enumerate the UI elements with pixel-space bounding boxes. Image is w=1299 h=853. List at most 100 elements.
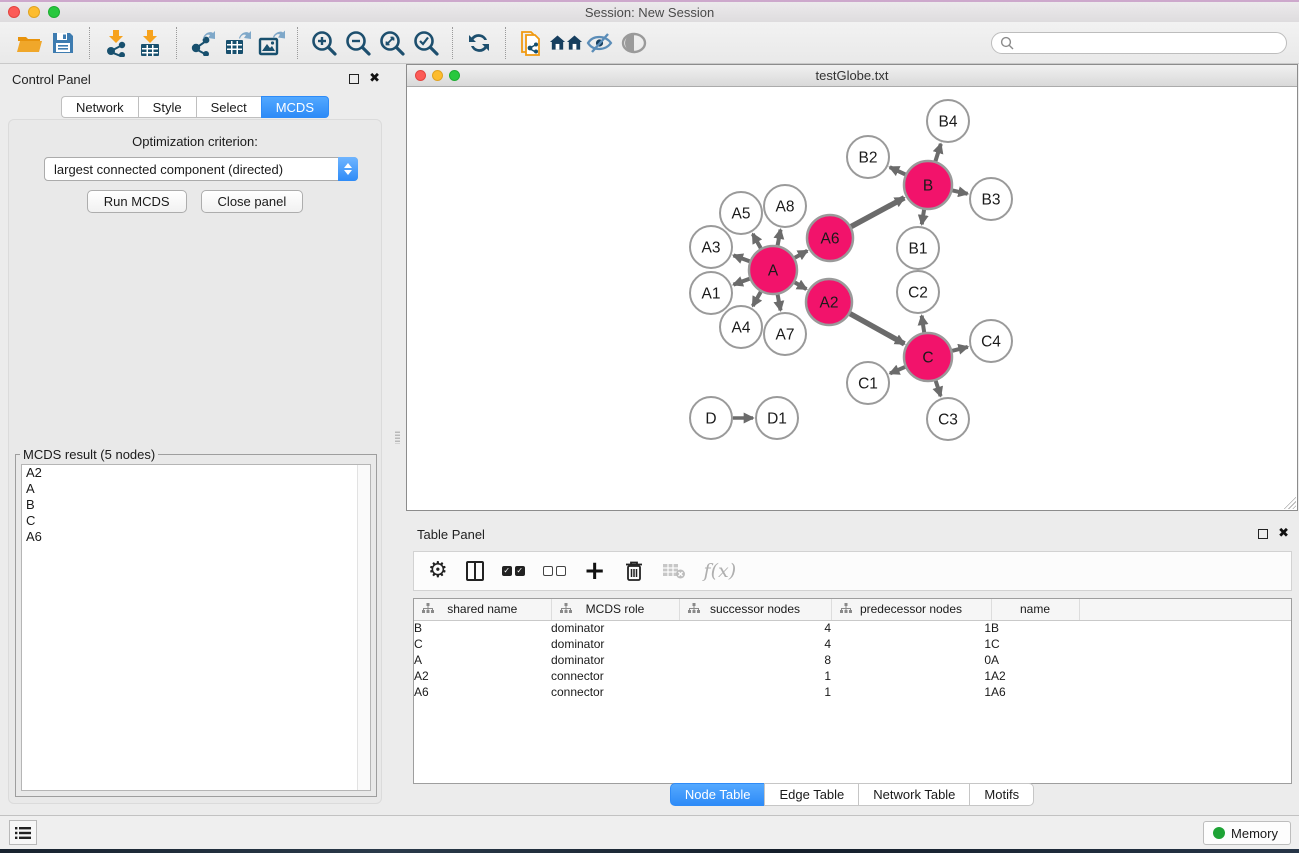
edge-A-A3[interactable] xyxy=(734,255,750,261)
node-A1[interactable]: A1 xyxy=(690,272,732,314)
edge-C-C3[interactable] xyxy=(936,381,941,396)
run-mcds-button[interactable]: Run MCDS xyxy=(87,190,187,213)
tab-mcds[interactable]: MCDS xyxy=(261,96,329,118)
zoom-out-button[interactable] xyxy=(341,26,375,60)
mcds-result-list[interactable]: A2ABCA6 xyxy=(21,464,371,791)
birds-eye-view-button[interactable] xyxy=(617,26,651,60)
zoom-fit-button[interactable] xyxy=(375,26,409,60)
tab-edge-table[interactable]: Edge Table xyxy=(764,783,858,806)
memory-button[interactable]: Memory xyxy=(1203,821,1291,845)
tab-network-table[interactable]: Network Table xyxy=(858,783,969,806)
float-panel-icon[interactable] xyxy=(349,74,359,84)
table-row[interactable]: Adominator80A xyxy=(414,652,1292,668)
node-B1[interactable]: B1 xyxy=(897,227,939,269)
table-cell[interactable]: A2 xyxy=(991,668,1079,684)
add-column-button[interactable]: + xyxy=(584,558,606,584)
edge-B-B1[interactable] xyxy=(922,210,924,225)
node-C1[interactable]: C1 xyxy=(847,362,889,404)
table-cell[interactable]: 1 xyxy=(679,668,831,684)
import-table-button[interactable] xyxy=(133,26,167,60)
table-cell[interactable]: A6 xyxy=(991,684,1079,700)
refresh-button[interactable] xyxy=(462,26,496,60)
column-header-shared-name[interactable]: shared name xyxy=(414,599,551,620)
table-row[interactable]: Cdominator41C xyxy=(414,636,1292,652)
zoom-in-button[interactable] xyxy=(307,26,341,60)
node-C4[interactable]: C4 xyxy=(970,320,1012,362)
edge-A-A2[interactable] xyxy=(795,282,807,289)
result-list-item[interactable]: A6 xyxy=(22,529,370,545)
column-header-predecessor-nodes[interactable]: predecessor nodes xyxy=(831,599,991,620)
table-row[interactable]: Bdominator41B xyxy=(414,620,1292,636)
table-cell[interactable]: connector xyxy=(551,668,679,684)
table-cell[interactable]: B xyxy=(991,620,1079,636)
table-cell[interactable]: A6 xyxy=(414,684,551,700)
close-panel-button[interactable]: Close panel xyxy=(201,190,304,213)
column-header-name[interactable]: name xyxy=(991,599,1079,620)
node-A8[interactable]: A8 xyxy=(764,185,806,227)
tab-node-table[interactable]: Node Table xyxy=(670,783,765,806)
table-cell[interactable]: B xyxy=(414,620,551,636)
zoom-selected-button[interactable] xyxy=(409,26,443,60)
close-panel-icon[interactable]: ✖ xyxy=(369,74,380,84)
edge-B-B2[interactable] xyxy=(890,167,906,174)
search-field[interactable] xyxy=(991,32,1287,54)
table-cell[interactable]: 8 xyxy=(679,652,831,668)
edge-C-C2[interactable] xyxy=(922,316,925,333)
table-cell[interactable]: C xyxy=(414,636,551,652)
hide-graphics-details-button[interactable] xyxy=(583,26,617,60)
edge-A-A1[interactable] xyxy=(734,279,750,285)
node-A2[interactable]: A2 xyxy=(806,279,852,325)
table-cell[interactable]: 4 xyxy=(679,636,831,652)
table-cell[interactable]: dominator xyxy=(551,636,679,652)
export-network-button[interactable] xyxy=(186,26,220,60)
edge-C-C4[interactable] xyxy=(952,347,968,351)
show-columns-button[interactable] xyxy=(466,558,484,584)
table-cell[interactable]: 1 xyxy=(831,620,991,636)
open-session-button[interactable] xyxy=(12,26,46,60)
search-input[interactable] xyxy=(1020,36,1278,50)
edge-C-C1[interactable] xyxy=(890,367,905,374)
column-header-mcds-role[interactable]: MCDS role xyxy=(551,599,679,620)
result-list-scrollbar[interactable] xyxy=(357,465,370,790)
result-list-item[interactable]: C xyxy=(22,513,370,529)
node-B4[interactable]: B4 xyxy=(927,100,969,142)
edge-A-A6[interactable] xyxy=(795,251,808,258)
table-settings-button[interactable]: ⚙ xyxy=(428,558,448,584)
show-task-history-button[interactable] xyxy=(9,820,37,845)
tab-network[interactable]: Network xyxy=(61,96,138,118)
node-B[interactable]: B xyxy=(904,161,952,209)
import-network-button[interactable] xyxy=(99,26,133,60)
edge-A-A7[interactable] xyxy=(778,295,781,311)
table-cell[interactable]: 1 xyxy=(831,668,991,684)
table-cell[interactable]: C xyxy=(991,636,1079,652)
delete-column-button[interactable] xyxy=(624,558,644,584)
function-builder-button[interactable]: f(x) xyxy=(704,558,737,584)
tab-style[interactable]: Style xyxy=(138,96,196,118)
tab-select[interactable]: Select xyxy=(196,96,261,118)
edge-B-B4[interactable] xyxy=(935,144,940,161)
home-view-button[interactable] xyxy=(549,26,583,60)
panel-splitter[interactable] xyxy=(390,64,405,815)
table-cell[interactable]: 1 xyxy=(831,636,991,652)
network-window-titlebar[interactable]: testGlobe.txt xyxy=(407,65,1297,87)
close-table-panel-icon[interactable]: ✖ xyxy=(1278,529,1289,539)
node-C3[interactable]: C3 xyxy=(927,398,969,440)
edge-A2-C[interactable] xyxy=(850,314,904,344)
edge-A6-B[interactable] xyxy=(851,198,904,227)
table-row[interactable]: A6connector11A6 xyxy=(414,684,1292,700)
node-A6[interactable]: A6 xyxy=(807,215,853,261)
node-D[interactable]: D xyxy=(690,397,732,439)
tab-motifs[interactable]: Motifs xyxy=(969,783,1034,806)
node-C[interactable]: C xyxy=(904,333,952,381)
edge-B-B3[interactable] xyxy=(952,190,967,193)
network-canvas[interactable]: AA1A3A5A8A4A7A6A2BB1B2B3B4CC1C2C3C4DD1 xyxy=(407,87,1297,510)
node-A4[interactable]: A4 xyxy=(720,306,762,348)
unselect-all-columns-button[interactable] xyxy=(543,558,566,584)
table-cell[interactable]: 0 xyxy=(831,652,991,668)
table-cell[interactable]: 1 xyxy=(831,684,991,700)
node-C2[interactable]: C2 xyxy=(897,271,939,313)
table-cell[interactable]: 1 xyxy=(679,684,831,700)
table-cell[interactable]: A xyxy=(991,652,1079,668)
edge-A-A5[interactable] xyxy=(753,234,761,248)
column-header-successor-nodes[interactable]: successor nodes xyxy=(679,599,831,620)
